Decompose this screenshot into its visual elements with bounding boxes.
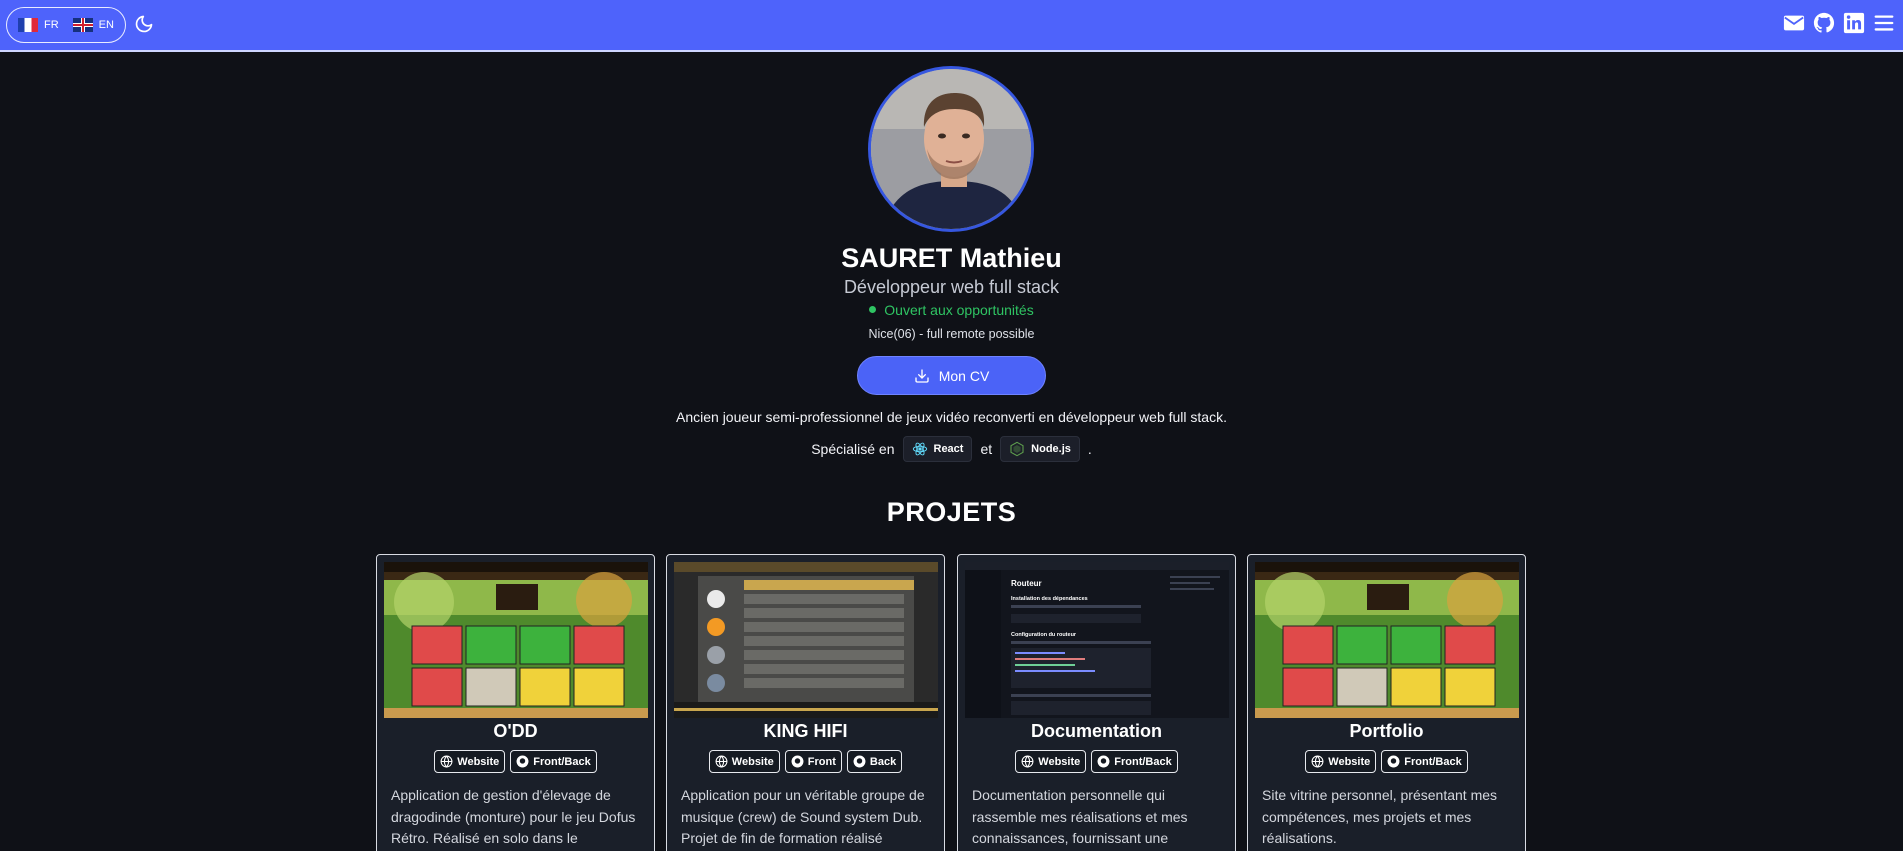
doc-thumb-heading: Routeur [1011,579,1042,588]
project-title: KING HIFI [763,721,848,741]
language-switcher: FR EN [6,7,126,43]
link-label: Website [1328,755,1371,768]
link-label: Back [869,755,897,768]
specialization-line: Spécialisé en React et Node.js . [0,436,1903,462]
specialized-suffix: . [1087,441,1092,457]
nodejs-icon [1010,441,1024,457]
project-thumbnail[interactable] [1255,562,1519,718]
availability-label: Ouvert aux opportunités [884,302,1034,318]
project-github-link[interactable]: Front/Back [510,750,597,773]
tech-chip-react: React [902,436,973,462]
flag-fr-icon [18,18,38,32]
project-website-link[interactable]: Website [434,750,506,773]
globe-icon [1021,755,1034,768]
github-icon [1387,755,1400,768]
projects-section-title: PROJETS [886,497,1017,527]
profile-name: SAURET Mathieu [841,243,1062,273]
tech-nodejs-label: Node.js [1031,443,1071,455]
github-icon [516,755,529,768]
profile-intro: Ancien joueur semi-professionnel de jeux… [676,409,1227,425]
github-icon [1097,755,1110,768]
link-label: Website [731,755,774,768]
link-label: Front/Back [533,755,591,768]
link-label: Front [807,755,836,768]
link-label: Website [457,755,500,768]
profile-role: Développeur web full stack [843,277,1060,297]
top-navbar: FR EN [0,0,1903,52]
download-cv-label: Mon CV [938,367,990,384]
link-label: Front/Back [1114,755,1172,768]
language-fr-button[interactable]: FR [18,18,59,32]
project-card-odd: O'DD Website Front/Back Application de g… [376,554,655,851]
project-card-king-hifi: KING HIFI Website Front Back Application… [666,554,945,851]
project-description: Application pour un véritable groupe de … [681,787,925,846]
project-card-documentation: Routeur Installation des dépendances Con… [957,554,1236,851]
project-website-link[interactable]: Website [708,750,780,773]
project-github-front-link[interactable]: Front [784,750,842,773]
globe-icon [1311,755,1324,768]
menu-button[interactable] [1873,12,1895,34]
github-link[interactable] [1813,12,1835,34]
menu-icon [1874,15,1894,31]
mail-icon [1783,15,1805,31]
doc-thumb-sub2: Configuration du routeur [1011,632,1077,638]
tech-chip-nodejs: Node.js [1000,436,1080,462]
language-fr-label: FR [44,19,59,31]
theme-toggle-button[interactable] [134,14,154,34]
download-icon [915,368,929,383]
project-github-link[interactable]: Front/Back [1381,750,1468,773]
project-title: O'DD [493,721,538,741]
linkedin-link[interactable] [1843,12,1865,34]
specialized-prefix: Spécialisé en [811,441,895,457]
project-title: Portfolio [1349,721,1424,741]
email-link[interactable] [1783,14,1805,32]
github-icon [1813,12,1835,33]
project-website-link[interactable]: Website [1015,750,1087,773]
status-dot-icon [869,306,877,313]
github-icon [791,755,804,768]
project-website-link[interactable]: Website [1305,750,1377,773]
linkedin-icon [1843,12,1865,34]
profile-location: Nice(06) - full remote possible [868,327,1035,341]
project-description: Application de gestion d'élevage de drag… [391,787,636,846]
project-thumbnail[interactable] [384,562,648,718]
profile-photo [871,69,1031,229]
project-card-portfolio: Portfolio Website Front/Back Site vitrin… [1247,554,1526,851]
project-thumbnail[interactable] [674,562,938,718]
king-hifi-screenshot [674,562,938,718]
specialized-and: et [980,441,993,457]
globe-icon [715,755,728,768]
project-github-back-link[interactable]: Back [846,750,903,773]
globe-icon [440,755,453,768]
availability-status: Ouvert aux opportunités [0,302,1903,318]
documentation-screenshot: Routeur Installation des dépendances Con… [965,562,1229,718]
react-icon [912,442,927,456]
project-title: Documentation [1030,721,1162,741]
github-icon [853,755,866,768]
project-thumbnail[interactable]: Routeur Installation des dépendances Con… [965,562,1229,718]
language-en-label: EN [98,19,114,31]
project-description: Site vitrine personnel, présentant mes c… [1262,787,1498,846]
moon-icon [135,15,153,33]
doc-thumb-sub1: Installation des dépendances [1011,596,1088,602]
project-description: Documentation personnelle qui rassemble … [972,787,1188,846]
download-cv-button[interactable]: Mon CV [857,356,1046,395]
odd-screenshot [384,562,648,718]
portfolio-screenshot [1255,562,1519,718]
project-github-link[interactable]: Front/Back [1091,750,1178,773]
language-en-button[interactable]: EN [72,18,114,32]
tech-react-label: React [933,443,964,455]
avatar [868,66,1034,232]
link-label: Website [1038,755,1081,768]
flag-uk-icon [72,18,93,32]
link-label: Front/Back [1404,755,1462,768]
